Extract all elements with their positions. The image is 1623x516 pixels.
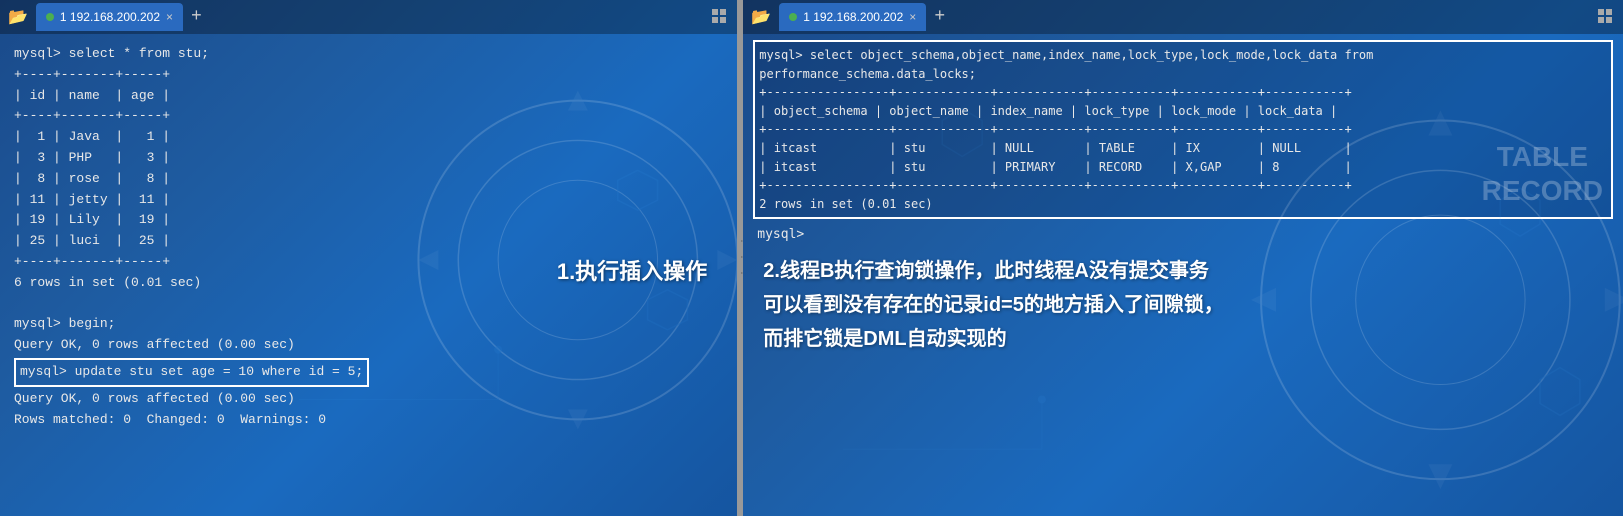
left-grid-icon[interactable] <box>711 8 729 26</box>
left-terminal-text: mysql> select * from stu; +----+-------+… <box>14 44 723 430</box>
right-folder-icon: 📂 <box>751 7 771 27</box>
left-annotation: 1.执行插入操作 <box>557 254 707 289</box>
right-annotation-line3: 而排它锁是DML自动实现的 <box>763 322 1603 356</box>
right-annotation-line1: 2.线程B执行查询锁操作，此时线程A没有提交事务 <box>763 254 1603 288</box>
left-tab-dot <box>46 13 54 21</box>
left-panel: 📂 1 192.168.200.202 × + mysql> select * … <box>0 0 737 516</box>
right-tab-bar: 📂 1 192.168.200.202 × + <box>743 0 1623 34</box>
main-container: 📂 1 192.168.200.202 × + mysql> select * … <box>0 0 1623 516</box>
query-result-text: mysql> select object_schema,object_name,… <box>759 46 1607 213</box>
right-tab[interactable]: 1 192.168.200.202 × <box>779 3 926 31</box>
left-terminal: mysql> select * from stu; +----+-------+… <box>0 34 737 516</box>
left-tab[interactable]: 1 192.168.200.202 × <box>36 3 183 31</box>
right-grid-icon[interactable] <box>1597 8 1615 26</box>
left-folder-icon: 📂 <box>8 7 28 27</box>
right-tab-dot <box>789 13 797 21</box>
right-tab-close[interactable]: × <box>909 10 916 24</box>
right-tab-label: 1 192.168.200.202 <box>803 10 903 24</box>
left-tab-label: 1 192.168.200.202 <box>60 10 160 24</box>
right-prompt: mysql> <box>743 225 1623 244</box>
left-tab-close[interactable]: × <box>166 10 173 24</box>
left-tab-add[interactable]: + <box>191 7 202 27</box>
left-tab-bar: 📂 1 192.168.200.202 × + <box>0 0 737 34</box>
highlight-command: mysql> update stu set age = 10 where id … <box>14 358 369 387</box>
right-annotation-line2: 可以看到没有存在的记录id=5的地方插入了间隙锁， <box>763 288 1603 322</box>
right-prompt-text: mysql> <box>757 227 1609 242</box>
right-panel: 📂 1 192.168.200.202 × + mysql> select ob… <box>743 0 1623 516</box>
table-record-label: TABLERECORD <box>1482 140 1603 207</box>
right-annotation: 2.线程B执行查询锁操作，此时线程A没有提交事务 可以看到没有存在的记录id=5… <box>743 244 1623 366</box>
right-tab-add[interactable]: + <box>934 7 945 27</box>
